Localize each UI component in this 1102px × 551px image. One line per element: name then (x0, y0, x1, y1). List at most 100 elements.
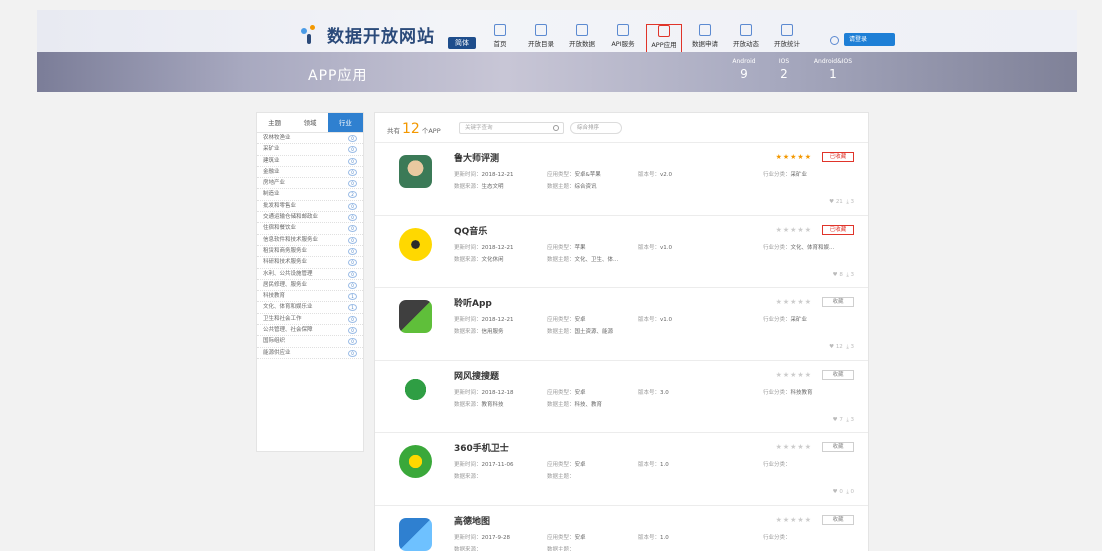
app-name[interactable]: 360手机卫士 (454, 441, 509, 454)
category-item[interactable]: 租赁和商务服务业 0 (257, 246, 363, 258)
site-logo[interactable]: 数据开放网站 (299, 22, 435, 47)
app-source: 数据来源：教育科技 (454, 401, 504, 408)
category-item[interactable]: 科研和技术服务业 0 (257, 257, 363, 269)
category-label: 卫生和社会工作 (263, 315, 302, 322)
tab-theme[interactable]: 主题 (257, 113, 292, 132)
page-title: APP应用 (308, 68, 368, 84)
category-count: 0 (348, 281, 357, 289)
app-name[interactable]: QQ音乐 (454, 224, 487, 237)
category-item[interactable]: 农林牧渔业 0 (257, 133, 363, 145)
app-industry: 行业分类：采矿业 (763, 317, 808, 323)
category-item[interactable]: 公共管理、社会保障 0 (257, 325, 363, 337)
stat-ios: IOS 2 (778, 58, 790, 81)
favorite-button[interactable]: 收藏 (822, 514, 854, 525)
favorite-button[interactable]: 已收藏 (822, 224, 854, 235)
stat-android: Android 9 (732, 58, 756, 81)
filter-tabs: 主题 领域 行业 (257, 113, 363, 133)
search-input[interactable]: 关键字查询 (459, 122, 564, 134)
app-version: 版本号：1.0 (638, 534, 669, 541)
view-icon: ♥ (832, 416, 838, 423)
category-label: 租赁和商务服务业 (263, 247, 308, 254)
favorite-button[interactable]: 收藏 (822, 297, 854, 307)
category-item[interactable]: 制造业 2 (257, 189, 363, 201)
app-type: 应用类型：安卓 (547, 534, 586, 541)
category-count: 0 (348, 247, 357, 255)
app-date: 更新时间：2018-12-21 (454, 244, 514, 251)
favorite-button[interactable]: 收藏 (822, 442, 854, 452)
app-logo-icon[interactable] (399, 155, 432, 188)
app-type: 应用类型：安卓&苹果 (547, 172, 601, 178)
app-theme: 数据主题：文化、卫生、体... (547, 256, 619, 263)
app-version: 版本号：1.0 (638, 462, 669, 468)
rating-stars: ★★★★★ (775, 370, 812, 379)
app-name[interactable]: 鲁大师评测 (454, 151, 499, 164)
category-item[interactable]: 房地产业 0 (257, 178, 363, 190)
category-item[interactable]: 国际组织 0 (257, 336, 363, 348)
app-name[interactable]: 高德地图 (454, 514, 490, 527)
category-count: 0 (348, 146, 357, 154)
category-label: 制造业 (263, 191, 280, 198)
category-label: 能源供应业 (263, 349, 291, 356)
category-label: 建筑业 (263, 157, 280, 164)
app-name[interactable]: 网风搜搜题 (454, 369, 499, 382)
download-icon: ⤓ (846, 344, 849, 350)
app-industry: 行业分类：采矿业 (763, 172, 808, 178)
app-item[interactable]: 聆听App 更新时间：2018-12-21 应用类型：安卓 版本号：v1.0 行业分类：… (375, 288, 868, 361)
app-item[interactable]: 网风搜搜题 更新时间：2018-12-18 应用类型：安卓 版本号：3.0 行业分类：科… (375, 361, 868, 433)
list-toolbar: 共有 12 个APP 关键字查询 综合排序 (375, 113, 868, 143)
site-title: 数据开放网站 (327, 27, 435, 47)
login-button[interactable]: 请登录 (844, 33, 895, 46)
app-industry: 行业分类：科技教育 (763, 389, 813, 396)
category-item[interactable]: 卫生和社会工作 0 (257, 314, 363, 326)
tab-industry[interactable]: 行业 (327, 113, 363, 132)
app-count: 12 (402, 121, 420, 137)
app-logo-icon[interactable] (399, 517, 432, 551)
view-icon: ♥ (832, 489, 838, 495)
app-version: 版本号：v1.0 (638, 244, 673, 251)
category-item[interactable]: 采矿业 0 (257, 144, 363, 156)
category-item[interactable]: 能源供应业 0 (257, 348, 363, 359)
category-item[interactable]: 住宿和餐饮业 0 (257, 223, 363, 235)
app-list: 鲁大师评测 更新时间：2018-12-21 应用类型：安卓&苹果 版本号：v2.0 行业… (375, 143, 868, 551)
category-item[interactable]: 建筑业 0 (257, 156, 363, 167)
app-type: 应用类型：安卓 (547, 462, 586, 468)
app-name[interactable]: 聆听App (454, 296, 492, 309)
app-logo-icon[interactable] (399, 445, 432, 478)
tab-field[interactable]: 领域 (292, 113, 327, 132)
app-item[interactable]: 鲁大师评测 更新时间：2018-12-21 应用类型：安卓&苹果 版本号：v2.0 行业… (375, 143, 868, 216)
app-logo-icon[interactable] (399, 227, 432, 261)
category-item[interactable]: 信息软件和技术服务业 0 (257, 235, 363, 246)
favorite-button[interactable]: 已收藏 (822, 152, 854, 162)
category-item[interactable]: 批发和零售业 0 (257, 201, 363, 213)
app-item[interactable]: 360手机卫士 更新时间：2017-11-06 应用类型：安卓 版本号：1.0 行业分类… (375, 433, 868, 506)
category-count: 0 (348, 202, 357, 210)
header-bar: 数据开放网站 简体 首页 开放目录 开放数据 API服务 APP应用 数据申请 … (37, 10, 1077, 58)
download-icon: ⤓ (846, 416, 849, 423)
app-date: 更新时间：2018-12-21 (454, 172, 514, 178)
app-theme: 数据主题： (547, 474, 575, 480)
category-item[interactable]: 文化、体育和娱乐业 1 (257, 302, 363, 314)
app-item[interactable]: QQ音乐 更新时间：2018-12-21 应用类型：苹果 版本号：v1.0 行业分类：文… (375, 216, 868, 288)
category-label: 文化、体育和娱乐业 (263, 304, 313, 311)
app-counts: ♥ 0 ⤓ 0 (832, 489, 854, 495)
category-item[interactable]: 水利、公共设施管理 0 (257, 269, 363, 280)
category-item[interactable]: 金融业 0 (257, 167, 363, 179)
favorite-button[interactable]: 收藏 (822, 369, 854, 380)
app-source: 数据来源：生态文明 (454, 184, 504, 190)
category-count: 0 (348, 180, 357, 188)
app-source: 数据来源：信用服务 (454, 329, 504, 335)
app-item[interactable]: 高德地图 更新时间：2017-9-28 应用类型：安卓 版本号：1.0 行业分类： 数据来… (375, 506, 868, 551)
app-logo-icon[interactable] (399, 372, 432, 406)
app-date: 更新时间：2017-11-06 (454, 462, 514, 468)
category-label: 住宿和餐饮业 (263, 225, 297, 232)
category-item[interactable]: 交通运输仓储和邮政业 0 (257, 212, 363, 224)
sort-select[interactable]: 综合排序 (570, 122, 622, 134)
app-logo-icon[interactable] (399, 300, 432, 333)
category-item[interactable]: 科技教育 1 (257, 291, 363, 303)
category-item[interactable]: 居民修理、服务业 0 (257, 280, 363, 292)
search-icon[interactable] (553, 125, 559, 131)
app-icon (658, 25, 670, 37)
language-select[interactable]: 简体 (448, 37, 476, 49)
app-theme: 数据主题： (547, 546, 575, 551)
logo-icon (299, 24, 321, 46)
